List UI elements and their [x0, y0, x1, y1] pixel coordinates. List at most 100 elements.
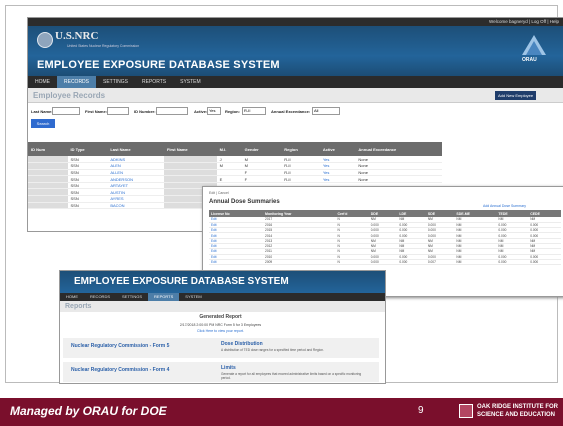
region-select[interactable]: R-II	[242, 107, 266, 115]
active-label: Active:	[194, 109, 208, 114]
orau-brand-text: ORAU	[522, 57, 537, 63]
dose-column-header[interactable]: TEDE	[496, 210, 529, 217]
column-header[interactable]: Gender	[241, 142, 282, 156]
dose-summaries-title: Annual Dose Summaries	[209, 199, 280, 205]
last-name-link[interactable]: BACON	[107, 202, 164, 210]
org-name-line1: OAK RIDGE INSTITUTE FOR	[477, 404, 558, 410]
dose-column-header[interactable]: LDE	[397, 210, 426, 217]
column-header[interactable]: M.I.	[216, 142, 242, 156]
dose-row[interactable]: Edit 2009 N 0.000 0.000 0.007 NM 0.000 0.000	[209, 259, 561, 266]
main-nav: HOME RECORDS SETTINGS REPORTS SYSTEM	[28, 76, 563, 88]
page-title: Employee Records	[33, 91, 106, 100]
column-header[interactable]: Active	[319, 142, 356, 156]
gender-cell: F	[241, 175, 282, 183]
mi-cell: J	[216, 156, 242, 164]
column-header[interactable]: Annual Exceedance	[355, 142, 442, 156]
first-name-cell	[163, 169, 217, 177]
add-employee-button[interactable]: Add New Employee	[495, 91, 537, 100]
dose-cell: NM	[454, 259, 497, 266]
dose-column-header[interactable]: SDE	[425, 210, 455, 217]
column-header[interactable]: ID Num	[28, 142, 68, 156]
footer-text: Managed by ORAU for DOE	[10, 404, 167, 418]
page-header: Employee Records Add New Employee	[28, 88, 563, 103]
annual-exceedance-select[interactable]: All	[312, 107, 340, 115]
last-name-link[interactable]: AUSTIN	[107, 188, 164, 197]
table-row[interactable]: SSN ALEN M M R-II Yes None	[28, 162, 442, 170]
table-row[interactable]: SSN ADKINS J M R-II Yes None	[28, 156, 442, 164]
annual-exceedance-label: Annual Exceedance:	[271, 109, 311, 114]
nav-item-reports[interactable]: REPORTS	[135, 76, 173, 88]
table-row[interactable]: SSN ANDERSON E F R-II Yes None	[28, 175, 442, 183]
breadcrumb[interactable]: Edit | Cancel	[209, 191, 229, 195]
column-header[interactable]: Last Name	[107, 142, 164, 156]
table-row[interactable]: SSN ALLEN F R-II Yes None	[28, 169, 442, 177]
welcome-bar[interactable]: Welcome bagneryd | Log Off | Help	[28, 18, 563, 26]
last-name-input[interactable]	[52, 107, 80, 115]
nav-item-settings[interactable]: SETTINGS	[96, 76, 135, 88]
reports-header: Reports	[60, 301, 385, 312]
nrc-seal-icon	[37, 32, 53, 48]
column-header[interactable]: ID Type	[67, 142, 108, 156]
region-label: Region:	[225, 109, 240, 114]
id-type-cell: SSN	[67, 169, 108, 177]
last-name-link[interactable]: ANDERSON	[107, 175, 164, 183]
nav-item-settings[interactable]: SETTINGS	[116, 293, 148, 301]
dose-cell: 0.000	[528, 259, 561, 266]
mi-cell: E	[216, 175, 242, 183]
dose-distribution-desc: A distribution of TED dose ranges for a …	[221, 348, 324, 352]
dose-column-header[interactable]: Cert'd	[335, 210, 369, 217]
column-header[interactable]: First Name	[163, 142, 217, 156]
dose-table: License No Monitoring Year Cert'd DDE LDE SDE…	[209, 210, 561, 266]
last-name-link[interactable]: ADKINS	[107, 156, 164, 164]
gender-cell: F	[241, 169, 282, 177]
first-name-input[interactable]	[107, 107, 129, 115]
last-name-link[interactable]: ARTAYET	[107, 182, 164, 190]
filter-bar: Last Name: First Name: ID Number: Active…	[28, 103, 563, 131]
active-cell: Yes	[319, 169, 356, 177]
dose-cell: N	[335, 259, 369, 266]
dose-column-header[interactable]: License No	[209, 210, 264, 217]
nav-item-system[interactable]: SYSTEM	[179, 293, 207, 301]
dose-edit-link[interactable]: Edit	[209, 259, 264, 266]
id-num-cell	[28, 175, 68, 183]
nav-item-home[interactable]: HOME	[28, 76, 57, 88]
dose-column-header[interactable]: Monitoring Year	[263, 210, 336, 217]
dose-cell: 0.007	[425, 259, 455, 266]
dose-distribution-link[interactable]: Dose Distribution	[221, 341, 263, 347]
active-cell: Yes	[319, 162, 356, 170]
nav-item-records[interactable]: RECORDS	[84, 293, 116, 301]
nav-item-home[interactable]: HOME	[60, 293, 84, 301]
first-name-cell	[163, 162, 217, 170]
id-number-input[interactable]	[156, 107, 188, 115]
last-name-link[interactable]: ALLEN	[107, 169, 164, 177]
report-row-2: Nuclear Regulatory Commission - Form 4 L…	[63, 362, 379, 382]
app-banner: U.S.NRC United States Nuclear Regulatory…	[28, 26, 563, 76]
id-num-cell	[28, 169, 68, 177]
id-num-cell	[28, 156, 68, 164]
dose-column-header[interactable]: SDE-ME	[454, 210, 497, 217]
mi-cell	[216, 169, 242, 177]
limits-link[interactable]: Limits	[221, 365, 236, 371]
first-name-cell	[163, 156, 217, 164]
view-report-link[interactable]: Click Here to view your report.	[173, 329, 268, 333]
id-type-cell: SSN	[67, 175, 108, 183]
generated-report-panel: Generated Report 2/17/2018 2:00:00 PM NR…	[173, 314, 268, 340]
last-name-link[interactable]: AYRES	[107, 195, 164, 203]
form5-report-link[interactable]: Nuclear Regulatory Commission - Form 5	[71, 343, 169, 349]
dose-column-header[interactable]: CEDE	[528, 210, 561, 217]
nav-item-reports[interactable]: REPORTS	[148, 293, 180, 301]
nav-item-system[interactable]: SYSTEM	[173, 76, 208, 88]
add-dose-summary-link[interactable]: Add Annual Dose Summary	[483, 204, 526, 208]
exceedance-cell: None	[355, 162, 442, 170]
form4-report-link[interactable]: Nuclear Regulatory Commission - Form 4	[71, 367, 169, 373]
dose-column-header[interactable]: DDE	[368, 210, 398, 217]
id-type-cell: SSN	[67, 188, 108, 197]
search-button[interactable]: Search	[31, 119, 55, 128]
exceedance-cell: None	[355, 175, 442, 183]
column-header[interactable]: Region	[281, 142, 320, 156]
agency-subtitle: United States Nuclear Regulatory Commiss…	[67, 44, 140, 48]
last-name-link[interactable]: ALEN	[107, 162, 164, 170]
nav-item-records[interactable]: RECORDS	[57, 76, 97, 88]
active-select[interactable]: Yes	[207, 107, 221, 115]
region-cell: R-II	[281, 156, 320, 164]
